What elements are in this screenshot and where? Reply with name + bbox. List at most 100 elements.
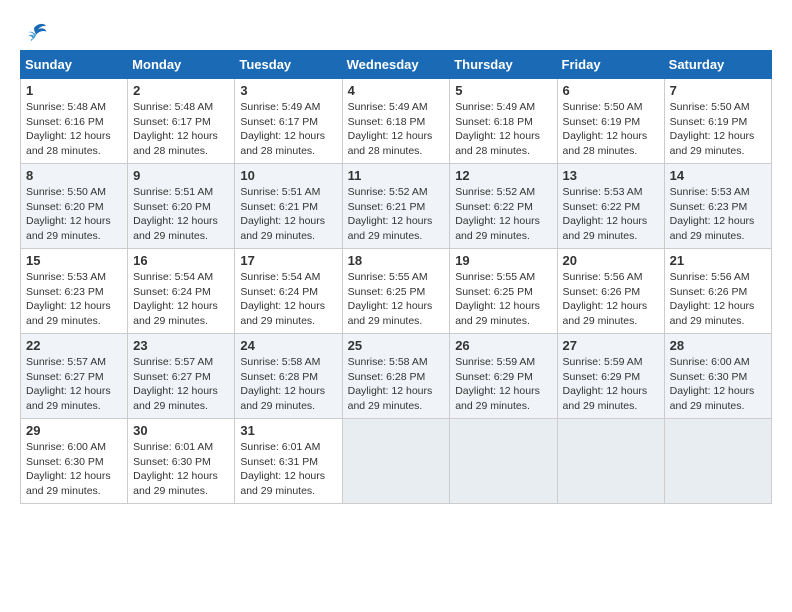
day-info: Sunrise: 5:54 AMSunset: 6:24 PMDaylight:…	[133, 270, 229, 329]
calendar-cell: 21 Sunrise: 5:56 AMSunset: 6:26 PMDayligh…	[664, 249, 771, 334]
day-info: Sunrise: 5:53 AMSunset: 6:22 PMDaylight:…	[563, 185, 659, 244]
day-info: Sunrise: 5:56 AMSunset: 6:26 PMDaylight:…	[670, 270, 766, 329]
day-number: 10	[240, 168, 336, 183]
day-number: 28	[670, 338, 766, 353]
day-number: 23	[133, 338, 229, 353]
weekday-tuesday: Tuesday	[235, 51, 342, 79]
weekday-saturday: Saturday	[664, 51, 771, 79]
day-info: Sunrise: 5:50 AMSunset: 6:20 PMDaylight:…	[26, 185, 122, 244]
calendar-cell	[342, 419, 450, 504]
day-info: Sunrise: 5:48 AMSunset: 6:17 PMDaylight:…	[133, 100, 229, 159]
day-number: 13	[563, 168, 659, 183]
day-info: Sunrise: 5:52 AMSunset: 6:22 PMDaylight:…	[455, 185, 551, 244]
day-number: 5	[455, 83, 551, 98]
day-number: 12	[455, 168, 551, 183]
day-number: 27	[563, 338, 659, 353]
calendar-cell	[557, 419, 664, 504]
calendar-cell: 28 Sunrise: 6:00 AMSunset: 6:30 PMDayligh…	[664, 334, 771, 419]
calendar-cell: 23 Sunrise: 5:57 AMSunset: 6:27 PMDayligh…	[128, 334, 235, 419]
calendar-cell: 22Sunrise: 5:57 AMSunset: 6:27 PMDayligh…	[21, 334, 128, 419]
weekday-monday: Monday	[128, 51, 235, 79]
calendar-cell: 2 Sunrise: 5:48 AMSunset: 6:17 PMDaylight…	[128, 79, 235, 164]
weekday-header-row: SundayMondayTuesdayWednesdayThursdayFrid…	[21, 51, 772, 79]
day-number: 25	[348, 338, 445, 353]
calendar-cell: 10 Sunrise: 5:51 AMSunset: 6:21 PMDayligh…	[235, 164, 342, 249]
calendar-cell: 13 Sunrise: 5:53 AMSunset: 6:22 PMDayligh…	[557, 164, 664, 249]
day-number: 9	[133, 168, 229, 183]
day-number: 3	[240, 83, 336, 98]
calendar-cell: 14Sunrise: 5:53 AMSunset: 6:23 PMDayligh…	[664, 164, 771, 249]
calendar-cell: 17 Sunrise: 5:54 AMSunset: 6:24 PMDayligh…	[235, 249, 342, 334]
day-info: Sunrise: 5:58 AMSunset: 6:28 PMDaylight:…	[240, 355, 336, 414]
day-info: Sunrise: 5:52 AMSunset: 6:21 PMDaylight:…	[348, 185, 445, 244]
calendar-cell: 20 Sunrise: 5:56 AMSunset: 6:26 PMDayligh…	[557, 249, 664, 334]
day-number: 26	[455, 338, 551, 353]
day-info: Sunrise: 5:55 AMSunset: 6:25 PMDaylight:…	[455, 270, 551, 329]
page-header	[20, 20, 772, 40]
calendar-cell: 12 Sunrise: 5:52 AMSunset: 6:22 PMDayligh…	[450, 164, 557, 249]
day-info: Sunrise: 5:53 AMSunset: 6:23 PMDaylight:…	[26, 270, 122, 329]
day-number: 8	[26, 168, 122, 183]
calendar-cell: 7 Sunrise: 5:50 AMSunset: 6:19 PMDaylight…	[664, 79, 771, 164]
day-number: 21	[670, 253, 766, 268]
calendar-week-4: 22Sunrise: 5:57 AMSunset: 6:27 PMDayligh…	[21, 334, 772, 419]
day-info: Sunrise: 5:54 AMSunset: 6:24 PMDaylight:…	[240, 270, 336, 329]
day-number: 14	[670, 168, 766, 183]
calendar-cell: 19Sunrise: 5:55 AMSunset: 6:25 PMDayligh…	[450, 249, 557, 334]
logo	[20, 20, 48, 40]
calendar-cell: 18 Sunrise: 5:55 AMSunset: 6:25 PMDayligh…	[342, 249, 450, 334]
day-info: Sunrise: 5:58 AMSunset: 6:28 PMDaylight:…	[348, 355, 445, 414]
day-info: Sunrise: 5:51 AMSunset: 6:21 PMDaylight:…	[240, 185, 336, 244]
calendar-cell: 5 Sunrise: 5:49 AMSunset: 6:18 PMDaylight…	[450, 79, 557, 164]
day-info: Sunrise: 6:00 AMSunset: 6:30 PMDaylight:…	[670, 355, 766, 414]
day-info: Sunrise: 5:49 AMSunset: 6:18 PMDaylight:…	[348, 100, 445, 159]
calendar-week-2: 8 Sunrise: 5:50 AMSunset: 6:20 PMDaylight…	[21, 164, 772, 249]
day-number: 30	[133, 423, 229, 438]
calendar-cell: 1Sunrise: 5:48 AMSunset: 6:16 PMDaylight…	[21, 79, 128, 164]
day-number: 7	[670, 83, 766, 98]
day-number: 31	[240, 423, 336, 438]
day-number: 15	[26, 253, 122, 268]
calendar-cell: 11 Sunrise: 5:52 AMSunset: 6:21 PMDayligh…	[342, 164, 450, 249]
day-number: 18	[348, 253, 445, 268]
day-info: Sunrise: 5:48 AMSunset: 6:16 PMDaylight:…	[26, 100, 122, 159]
day-number: 24	[240, 338, 336, 353]
day-info: Sunrise: 5:55 AMSunset: 6:25 PMDaylight:…	[348, 270, 445, 329]
calendar-week-1: 1Sunrise: 5:48 AMSunset: 6:16 PMDaylight…	[21, 79, 772, 164]
day-info: Sunrise: 5:50 AMSunset: 6:19 PMDaylight:…	[670, 100, 766, 159]
calendar-cell: 6 Sunrise: 5:50 AMSunset: 6:19 PMDaylight…	[557, 79, 664, 164]
calendar-cell: 4Sunrise: 5:49 AMSunset: 6:18 PMDaylight…	[342, 79, 450, 164]
day-info: Sunrise: 5:57 AMSunset: 6:27 PMDaylight:…	[133, 355, 229, 414]
day-number: 2	[133, 83, 229, 98]
day-number: 17	[240, 253, 336, 268]
calendar-cell: 24 Sunrise: 5:58 AMSunset: 6:28 PMDayligh…	[235, 334, 342, 419]
calendar-week-5: 29Sunrise: 6:00 AMSunset: 6:30 PMDayligh…	[21, 419, 772, 504]
day-info: Sunrise: 5:49 AMSunset: 6:18 PMDaylight:…	[455, 100, 551, 159]
day-info: Sunrise: 5:59 AMSunset: 6:29 PMDaylight:…	[563, 355, 659, 414]
weekday-wednesday: Wednesday	[342, 51, 450, 79]
day-info: Sunrise: 6:01 AMSunset: 6:31 PMDaylight:…	[240, 440, 336, 499]
calendar-cell: 8 Sunrise: 5:50 AMSunset: 6:20 PMDaylight…	[21, 164, 128, 249]
weekday-thursday: Thursday	[450, 51, 557, 79]
calendar-cell: 3Sunrise: 5:49 AMSunset: 6:17 PMDaylight…	[235, 79, 342, 164]
day-info: Sunrise: 5:56 AMSunset: 6:26 PMDaylight:…	[563, 270, 659, 329]
calendar-cell: 31 Sunrise: 6:01 AMSunset: 6:31 PMDayligh…	[235, 419, 342, 504]
calendar-cell: 26 Sunrise: 5:59 AMSunset: 6:29 PMDayligh…	[450, 334, 557, 419]
calendar-cell: 27 Sunrise: 5:59 AMSunset: 6:29 PMDayligh…	[557, 334, 664, 419]
day-info: Sunrise: 5:50 AMSunset: 6:19 PMDaylight:…	[563, 100, 659, 159]
day-info: Sunrise: 5:51 AMSunset: 6:20 PMDaylight:…	[133, 185, 229, 244]
calendar-cell: 29Sunrise: 6:00 AMSunset: 6:30 PMDayligh…	[21, 419, 128, 504]
day-number: 11	[348, 168, 445, 183]
calendar-cell	[450, 419, 557, 504]
calendar-cell: 25 Sunrise: 5:58 AMSunset: 6:28 PMDayligh…	[342, 334, 450, 419]
day-info: Sunrise: 5:59 AMSunset: 6:29 PMDaylight:…	[455, 355, 551, 414]
day-info: Sunrise: 6:01 AMSunset: 6:30 PMDaylight:…	[133, 440, 229, 499]
day-number: 20	[563, 253, 659, 268]
calendar-body: 1Sunrise: 5:48 AMSunset: 6:16 PMDaylight…	[21, 79, 772, 504]
day-number: 16	[133, 253, 229, 268]
calendar-cell: 9 Sunrise: 5:51 AMSunset: 6:20 PMDaylight…	[128, 164, 235, 249]
day-number: 6	[563, 83, 659, 98]
calendar-cell: 16 Sunrise: 5:54 AMSunset: 6:24 PMDayligh…	[128, 249, 235, 334]
weekday-sunday: Sunday	[21, 51, 128, 79]
calendar-cell: 30 Sunrise: 6:01 AMSunset: 6:30 PMDayligh…	[128, 419, 235, 504]
